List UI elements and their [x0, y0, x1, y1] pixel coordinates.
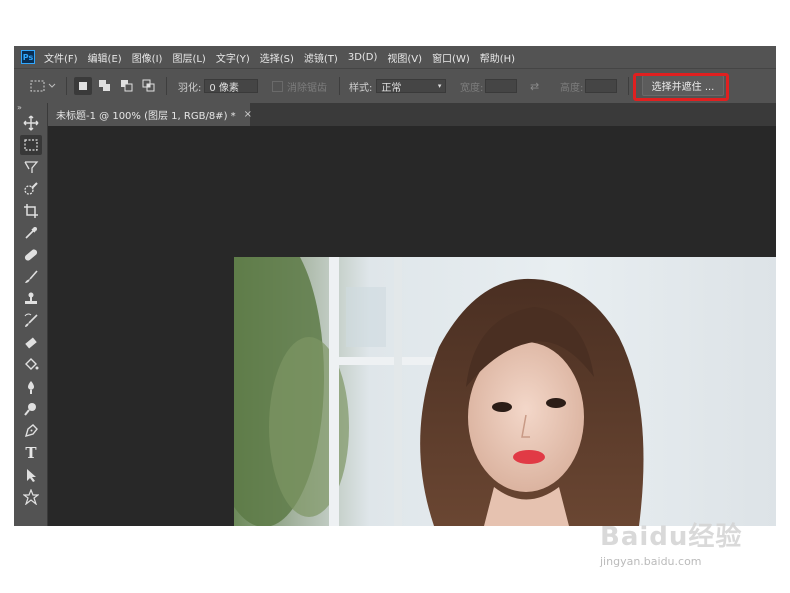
- divider: [166, 77, 167, 95]
- style-select[interactable]: 正常 ▾: [376, 79, 447, 94]
- move-icon: [23, 115, 39, 131]
- pen-tool[interactable]: [20, 421, 42, 441]
- collapse-panel-icon[interactable]: »: [17, 103, 22, 112]
- antialias-checkbox[interactable]: [272, 80, 283, 92]
- baidu-watermark: Baidu经验 jingyan.baidu.com: [600, 516, 742, 568]
- options-bar: 羽化: 0 像素 消除锯齿 样式: 正常 ▾ 宽度: ⇄ 高度: 选择并遮住 .: [14, 68, 776, 104]
- stamp-icon: [25, 292, 37, 304]
- pen-icon: [24, 424, 38, 438]
- lasso-tool[interactable]: [20, 157, 42, 177]
- marquee-tool[interactable]: [20, 135, 42, 155]
- stamp-tool[interactable]: [20, 289, 42, 309]
- watermark-logo: Baidu经验: [600, 522, 743, 552]
- crop-tool[interactable]: [20, 201, 42, 221]
- photoshop-logo-icon[interactable]: Ps: [21, 50, 35, 64]
- portrait-photo: [234, 257, 644, 526]
- blur-tool[interactable]: [20, 377, 42, 397]
- menu-window[interactable]: 窗口(W): [432, 50, 470, 65]
- eyedropper-icon: [25, 227, 37, 239]
- document-tab-title: 未标题-1 @ 100% (图层 1, RGB/8#) *: [56, 111, 236, 122]
- divider: [339, 77, 340, 95]
- style-label: 样式:: [349, 82, 373, 94]
- menu-edit[interactable]: 编辑(E): [88, 50, 122, 65]
- path-select-tool[interactable]: [20, 465, 42, 485]
- menu-file[interactable]: 文件(F): [44, 50, 78, 65]
- menu-help[interactable]: 帮助(H): [480, 50, 515, 65]
- photoshop-window: Ps 文件(F) 编辑(E) 图像(I) 图层(L) 文字(Y) 选择(S) 滤…: [14, 46, 776, 526]
- type-tool[interactable]: T: [20, 443, 42, 463]
- document-tab-bar: 未标题-1 @ 100% (图层 1, RGB/8#) * ×: [14, 103, 776, 126]
- width-label: 宽度:: [460, 82, 484, 94]
- document-tab[interactable]: 未标题-1 @ 100% (图层 1, RGB/8#) * ×: [48, 103, 252, 126]
- feather-label: 羽化:: [178, 82, 202, 94]
- eraser-icon: [25, 337, 37, 349]
- tools-panel: » T: [14, 103, 48, 526]
- swap-dimensions-icon[interactable]: ⇄: [530, 80, 539, 93]
- eyedropper-tool[interactable]: [20, 223, 42, 243]
- bandage-icon: [24, 249, 38, 261]
- menu-layer[interactable]: 图层(L): [172, 50, 205, 65]
- rect-marquee-icon: [24, 139, 38, 151]
- style-select-value: 正常: [381, 82, 402, 94]
- history-brush-tool[interactable]: [20, 311, 42, 331]
- menu-type[interactable]: 文字(Y): [216, 50, 250, 65]
- paint-bucket-icon: [25, 358, 39, 370]
- menu-3d[interactable]: 3D(D): [348, 52, 378, 63]
- healing-tool[interactable]: [20, 245, 42, 265]
- menu-bar: Ps 文件(F) 编辑(E) 图像(I) 图层(L) 文字(Y) 选择(S) 滤…: [14, 46, 776, 68]
- add-to-selection-icon[interactable]: [96, 77, 114, 95]
- divider: [66, 77, 67, 95]
- dodge-icon: [24, 403, 36, 416]
- type-icon: T: [25, 444, 37, 462]
- document-image: [234, 257, 776, 526]
- menu-filter[interactable]: 滤镜(T): [304, 50, 338, 65]
- blur-icon: [28, 381, 34, 394]
- menu-image[interactable]: 图像(I): [132, 50, 163, 65]
- custom-shape-icon: [23, 489, 39, 505]
- highlight-annotation: [633, 73, 729, 101]
- tool-preset-picker[interactable]: [28, 69, 58, 103]
- new-selection-icon[interactable]: [74, 77, 92, 95]
- subtract-from-selection-icon[interactable]: [118, 77, 136, 95]
- canvas-area[interactable]: [48, 126, 776, 526]
- lasso-icon: [24, 161, 39, 173]
- chevron-down-icon: ▾: [437, 82, 442, 90]
- close-icon[interactable]: ×: [244, 109, 252, 120]
- arrow-icon: [27, 469, 36, 482]
- height-label: 高度:: [560, 82, 584, 94]
- brush-tool[interactable]: [20, 267, 42, 287]
- intersect-selection-icon[interactable]: [140, 77, 158, 95]
- move-tool[interactable]: [20, 113, 42, 133]
- menu-view[interactable]: 视图(V): [387, 50, 422, 65]
- height-input[interactable]: [585, 79, 618, 93]
- history-brush-icon: [24, 313, 38, 327]
- eraser-tool[interactable]: [20, 333, 42, 353]
- rect-marquee-preset-icon: [30, 80, 56, 92]
- quick-select-icon: [24, 182, 38, 195]
- divider: [628, 77, 629, 95]
- quick-select-tool[interactable]: [20, 179, 42, 199]
- feather-input[interactable]: 0 像素: [204, 79, 259, 94]
- shape-tool[interactable]: [20, 487, 42, 507]
- dodge-tool[interactable]: [20, 399, 42, 419]
- width-input[interactable]: [485, 79, 518, 93]
- watermark-url: jingyan.baidu.com: [600, 555, 702, 568]
- crop-icon: [24, 204, 38, 218]
- paint-bucket-tool[interactable]: [20, 355, 42, 375]
- menu-select[interactable]: 选择(S): [260, 50, 294, 65]
- antialias-label: 消除锯齿: [287, 82, 327, 94]
- brush-icon: [25, 270, 38, 283]
